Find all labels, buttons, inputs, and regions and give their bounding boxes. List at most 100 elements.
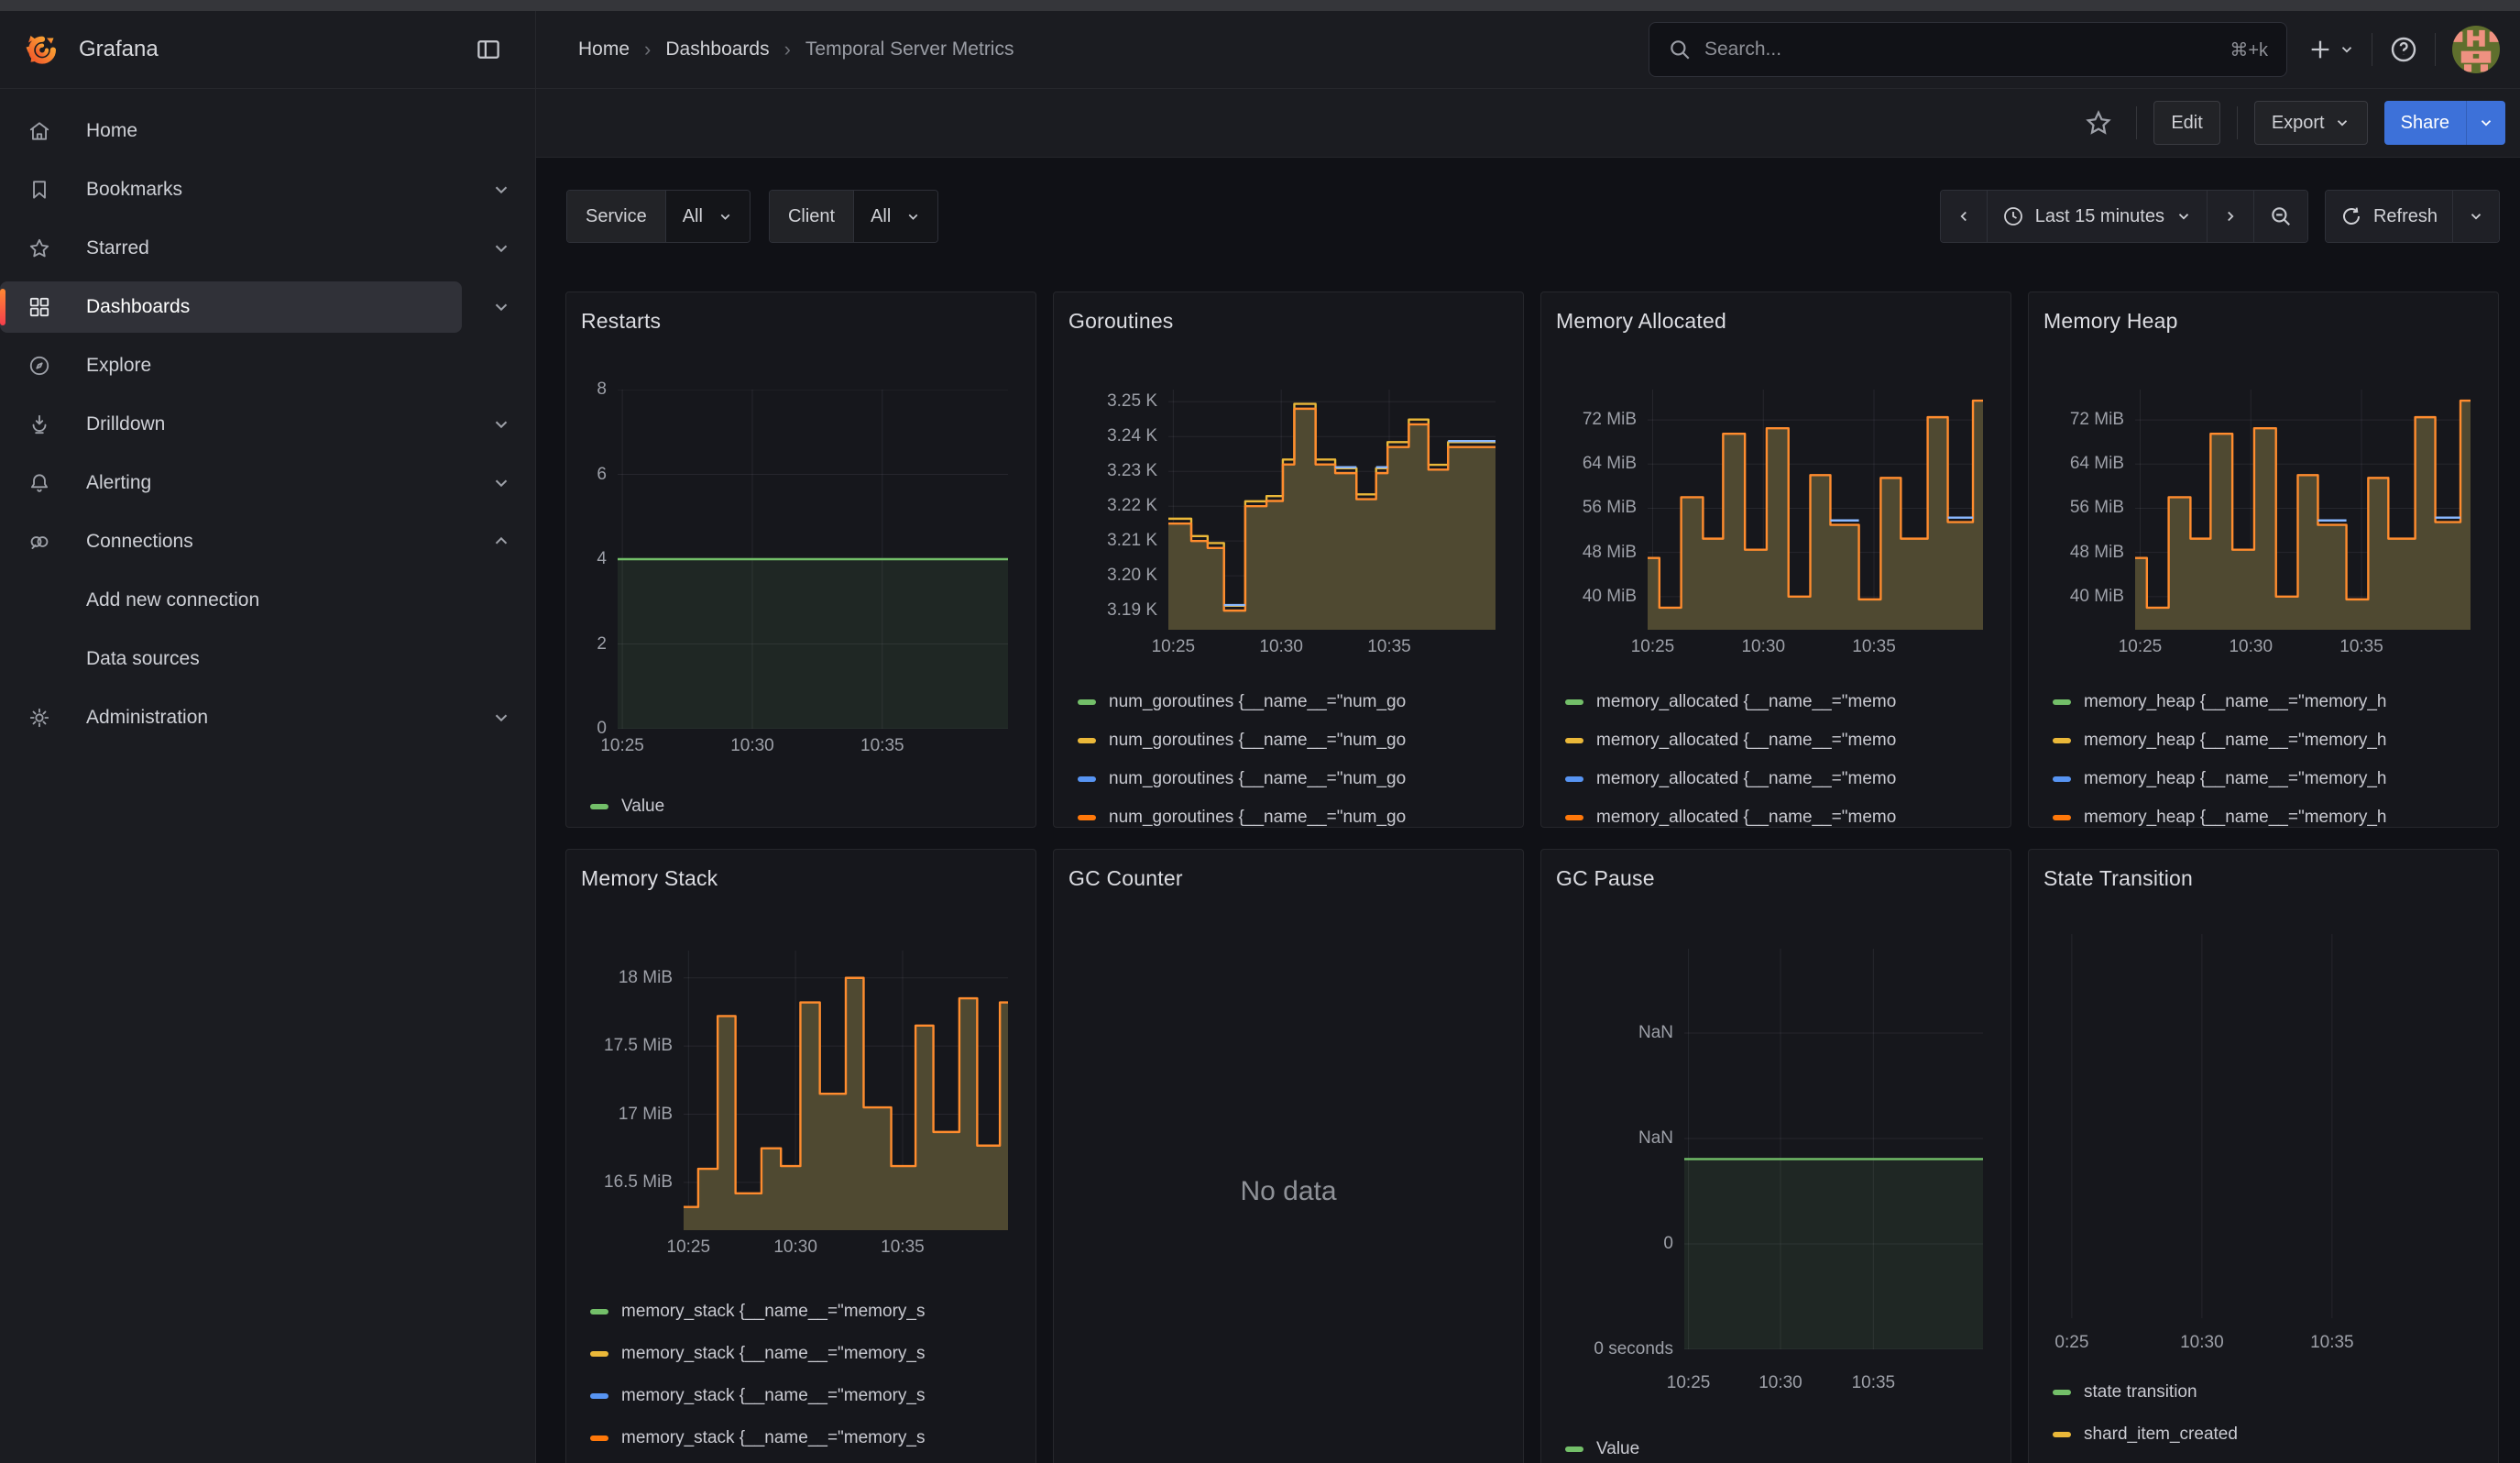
- legend-item[interactable]: num_goroutines {__name__="num_go: [1078, 692, 1508, 712]
- legend-label: memory_heap {__name__="memory_h: [2084, 808, 2386, 828]
- panel-title[interactable]: Memory Allocated: [1556, 303, 1996, 344]
- time-range-label: Last 15 minutes: [2035, 206, 2164, 227]
- plot-area[interactable]: [1168, 390, 1496, 630]
- legend-item[interactable]: num_goroutines {__name__="num_go: [1078, 808, 1508, 828]
- favorite-star-button[interactable]: [2077, 109, 2120, 137]
- chevron-up-icon[interactable]: [491, 532, 511, 552]
- legend-swatch: [590, 1309, 608, 1314]
- search-input[interactable]: [1704, 38, 2217, 60]
- sidebar-link[interactable]: Administration: [0, 692, 519, 743]
- time-shift-forward-button[interactable]: [2207, 191, 2253, 242]
- add-menu-button[interactable]: [2307, 37, 2355, 62]
- share-menu-button[interactable]: [2466, 101, 2505, 145]
- chevron-down-icon[interactable]: [491, 473, 511, 493]
- grafana-logo-icon[interactable]: [24, 31, 60, 68]
- chevron-down-icon[interactable]: [491, 238, 511, 258]
- panel-restarts: Restarts 8642010:2510:3010:35 Value: [565, 292, 1036, 828]
- legend-item[interactable]: memory_heap {__name__="memory_h: [2053, 692, 2483, 712]
- refresh-controls: Refresh: [2325, 190, 2500, 243]
- chevron-down-icon[interactable]: [491, 414, 511, 434]
- dashboard-controls: Service All Client All: [537, 190, 2520, 243]
- legend-item[interactable]: memory_heap {__name__="memory_h: [2053, 769, 2483, 789]
- chevron-down-icon[interactable]: [491, 708, 511, 728]
- legend-item[interactable]: state transition: [2053, 1380, 2483, 1404]
- chevron-down-icon: [2334, 115, 2350, 131]
- timeseries-chart[interactable]: 72 MiB64 MiB56 MiB48 MiB40 MiB10:2510:30…: [2043, 344, 2483, 659]
- sidebar-link[interactable]: Starred: [0, 223, 519, 274]
- panel-title[interactable]: State Transition: [2043, 861, 2483, 901]
- sidebar-link[interactable]: Data sources: [0, 633, 519, 685]
- legend-item[interactable]: memory_stack {__name__="memory_s: [590, 1384, 1021, 1408]
- breadcrumb-current: Temporal Server Metrics: [805, 38, 1014, 60]
- timeseries-chart[interactable]: 18 MiB17.5 MiB17 MiB16.5 MiB10:2510:3010…: [581, 901, 1021, 1260]
- legend-item[interactable]: memory_allocated {__name__="memo: [1565, 692, 1996, 712]
- avatar[interactable]: [2452, 26, 2500, 73]
- sidebar-link[interactable]: Bookmarks: [0, 164, 519, 215]
- legend-item[interactable]: memory_allocated {__name__="memo: [1565, 769, 1996, 789]
- panel-title[interactable]: GC Pause: [1556, 861, 1996, 901]
- timeseries-chart[interactable]: NaNNaN00 seconds10:2510:3010:35: [1556, 901, 1996, 1395]
- time-shift-back-button[interactable]: [1941, 191, 1987, 242]
- legend-item[interactable]: Value: [590, 795, 1021, 819]
- x-axis-label: 10:25: [1611, 637, 1693, 657]
- legend-item[interactable]: num_goroutines {__name__="num_go: [1078, 769, 1508, 789]
- help-button[interactable]: [2389, 35, 2418, 64]
- zoom-out-icon: [2269, 204, 2293, 228]
- plot-area[interactable]: [618, 390, 1008, 729]
- plot-area[interactable]: [684, 951, 1008, 1230]
- legend-label: memory_allocated {__name__="memo: [1596, 769, 1896, 789]
- panel-title[interactable]: Restarts: [581, 303, 1021, 344]
- y-axis-label: 0: [1556, 1234, 1673, 1254]
- refresh-interval-button[interactable]: [2452, 191, 2499, 242]
- sidebar-link[interactable]: Explore: [0, 340, 519, 391]
- breadcrumb: Home › Dashboards › Temporal Server Metr…: [578, 38, 1013, 61]
- legend-item[interactable]: num_goroutines {__name__="num_go: [1078, 731, 1508, 751]
- bookmark-icon: [26, 178, 53, 202]
- legend-item[interactable]: memory_heap {__name__="memory_h: [2053, 808, 2483, 828]
- zoom-out-button[interactable]: [2253, 191, 2307, 242]
- panel-title[interactable]: Goroutines: [1068, 303, 1508, 344]
- sidebar-link[interactable]: Add new connection: [0, 575, 519, 626]
- y-axis-label: NaN: [1556, 1023, 1673, 1043]
- panel-title[interactable]: Memory Heap: [2043, 303, 2483, 344]
- timeseries-chart[interactable]: 3.25 K3.24 K3.23 K3.22 K3.21 K3.20 K3.19…: [1068, 344, 1508, 659]
- legend-item[interactable]: memory_stack {__name__="memory_s: [590, 1300, 1021, 1324]
- time-range-picker[interactable]: Last 15 minutes: [1987, 191, 2207, 242]
- plot-area[interactable]: [2051, 934, 2471, 1318]
- sidebar-item-explore: Explore: [0, 340, 535, 391]
- panel-title[interactable]: Memory Stack: [581, 861, 1021, 901]
- chevron-down-icon[interactable]: [491, 297, 511, 317]
- legend-item[interactable]: Value: [1565, 1437, 1996, 1461]
- sidebar-link[interactable]: Dashboards: [0, 281, 462, 333]
- panel-title[interactable]: GC Counter: [1068, 861, 1508, 901]
- search-box[interactable]: ⌘+k: [1649, 22, 2287, 77]
- plot-area[interactable]: [2135, 390, 2471, 630]
- share-button[interactable]: Share: [2384, 101, 2466, 145]
- plot-area[interactable]: [1684, 949, 1983, 1349]
- breadcrumb-dashboards[interactable]: Dashboards: [665, 38, 769, 60]
- nodata-chart: No data: [1068, 1176, 1508, 1207]
- legend-item[interactable]: memory_heap {__name__="memory_h: [2053, 731, 2483, 751]
- sidebar-link[interactable]: Alerting: [0, 457, 519, 509]
- variable-client-value[interactable]: All: [854, 191, 937, 242]
- timeseries-chart[interactable]: 72 MiB64 MiB56 MiB48 MiB40 MiB10:2510:30…: [1556, 344, 1996, 659]
- variable-service-value[interactable]: All: [666, 191, 750, 242]
- sidebar-link[interactable]: Drilldown: [0, 399, 519, 450]
- sidebar-toggle-icon[interactable]: [475, 36, 502, 63]
- dashboard-toolbar: Edit Export Share: [536, 89, 2520, 158]
- timeseries-chart[interactable]: 8642010:2510:3010:35: [581, 344, 1021, 758]
- timeseries-chart[interactable]: 0:2510:3010:35: [2043, 901, 2483, 1355]
- sidebar-link[interactable]: Connections: [0, 516, 519, 567]
- breadcrumb-home[interactable]: Home: [578, 38, 630, 60]
- plot-area[interactable]: [1648, 390, 1983, 630]
- legend-item[interactable]: memory_allocated {__name__="memo: [1565, 808, 1996, 828]
- refresh-button[interactable]: Refresh: [2326, 191, 2452, 242]
- legend-item[interactable]: shard_item_created: [2053, 1423, 2483, 1446]
- legend-item[interactable]: memory_allocated {__name__="memo: [1565, 731, 1996, 751]
- edit-button[interactable]: Edit: [2153, 101, 2219, 145]
- export-button[interactable]: Export: [2254, 101, 2368, 145]
- sidebar-link[interactable]: Home: [0, 105, 519, 157]
- legend-item[interactable]: memory_stack {__name__="memory_s: [590, 1426, 1021, 1450]
- legend-item[interactable]: memory_stack {__name__="memory_s: [590, 1342, 1021, 1366]
- chevron-down-icon[interactable]: [491, 180, 511, 200]
